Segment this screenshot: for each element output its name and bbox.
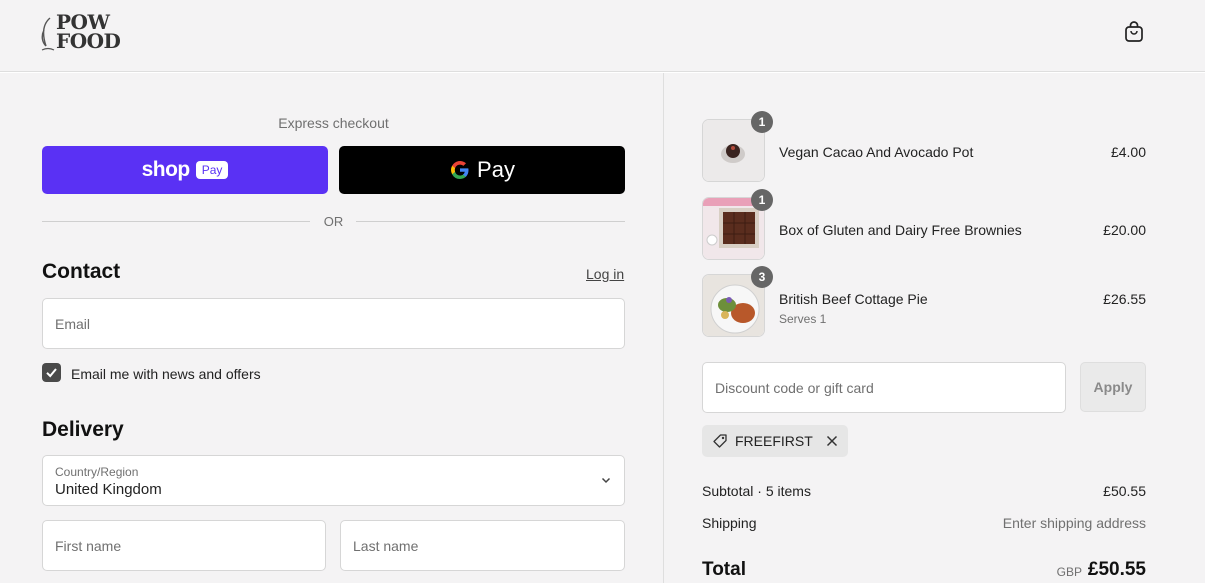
- item-price: £20.00: [1103, 222, 1146, 238]
- item-name: Box of Gluten and Dairy Free Brownies: [779, 222, 1022, 238]
- google-pay-wordmark: Pay: [477, 157, 515, 182]
- contact-heading: Contact: [42, 260, 121, 283]
- site-header: POW FOOD: [0, 0, 1205, 72]
- item-price: £4.00: [1110, 144, 1146, 160]
- shop-pay-badge: Pay: [195, 161, 229, 179]
- order-summary-panel: 1 Vegan Cacao And Avocado Pot £4.00 1 Bo…: [663, 73, 1205, 583]
- email-input[interactable]: [43, 299, 624, 348]
- chevron-down-icon: [601, 477, 611, 484]
- order-item: 3 British Beef Cottage Pie Serves 1 £26.…: [702, 266, 1146, 338]
- total-currency: GBP: [1056, 565, 1082, 579]
- tag-icon: [713, 434, 727, 448]
- item-name: British Beef Cottage Pie: [779, 291, 928, 307]
- shipping-label: Shipping: [702, 515, 757, 531]
- shop-pay-wordmark: shop: [141, 158, 191, 181]
- checkout-form-panel: Express checkout shop Pay Pay OR Contact…: [0, 73, 663, 583]
- first-name-field[interactable]: [42, 520, 326, 571]
- shipping-value: Enter shipping address: [1002, 515, 1146, 531]
- shopping-bag-icon[interactable]: [1122, 20, 1146, 44]
- express-checkout-label: Express checkout: [278, 115, 389, 131]
- or-text: OR: [323, 214, 344, 229]
- total-value: £50.55: [1087, 559, 1146, 580]
- item-name: Vegan Cacao And Avocado Pot: [779, 144, 974, 160]
- country-value: United Kingdom: [55, 481, 162, 498]
- checkmark-icon: [46, 368, 57, 378]
- last-name-input[interactable]: [341, 521, 624, 570]
- logo-line-2: FOOD: [56, 29, 121, 53]
- country-label: Country/Region: [55, 465, 139, 479]
- first-name-input[interactable]: [43, 521, 325, 570]
- applied-discount-chip: FREEFIRST: [702, 425, 848, 457]
- discount-field[interactable]: [702, 362, 1066, 413]
- total-row: Total GBP £50.55: [702, 557, 1146, 583]
- google-g-icon: [451, 161, 469, 179]
- quantity-badge: 1: [751, 189, 773, 211]
- discount-code: FREEFIRST: [735, 433, 813, 449]
- order-item: 1 Vegan Cacao And Avocado Pot £4.00: [702, 111, 1146, 183]
- apply-discount-button[interactable]: Apply: [1080, 362, 1146, 412]
- or-divider: OR: [42, 213, 625, 231]
- leaf-icon: [41, 17, 55, 51]
- total-label: Total: [702, 559, 746, 580]
- email-field[interactable]: [42, 298, 625, 349]
- shop-pay-button[interactable]: shop Pay: [42, 146, 328, 194]
- subtotal-value: £50.55: [1103, 483, 1146, 499]
- google-pay-button[interactable]: Pay: [339, 146, 625, 194]
- quantity-badge: 1: [751, 111, 773, 133]
- item-price: £26.55: [1103, 291, 1146, 307]
- delivery-heading: Delivery: [42, 418, 124, 441]
- newsletter-label: Email me with news and offers: [71, 366, 261, 382]
- quantity-badge: 3: [751, 266, 773, 288]
- country-select[interactable]: Country/Region United Kingdom: [42, 455, 625, 506]
- shipping-row: Shipping Enter shipping address: [702, 515, 1146, 531]
- subtotal-label: Subtotal · 5 items: [702, 483, 811, 499]
- newsletter-checkbox[interactable]: [42, 363, 61, 382]
- subtotal-row: Subtotal · 5 items £50.55: [702, 483, 1146, 499]
- item-subtitle: Serves 1: [779, 312, 827, 326]
- order-item: 1 Box of Gluten and Dairy Free Brownies …: [702, 189, 1146, 261]
- remove-discount-icon[interactable]: [826, 435, 838, 447]
- last-name-field[interactable]: [340, 520, 625, 571]
- pow-food-logo[interactable]: POW FOOD: [40, 12, 130, 54]
- login-link[interactable]: Log in: [586, 266, 624, 282]
- discount-input[interactable]: [703, 363, 1065, 412]
